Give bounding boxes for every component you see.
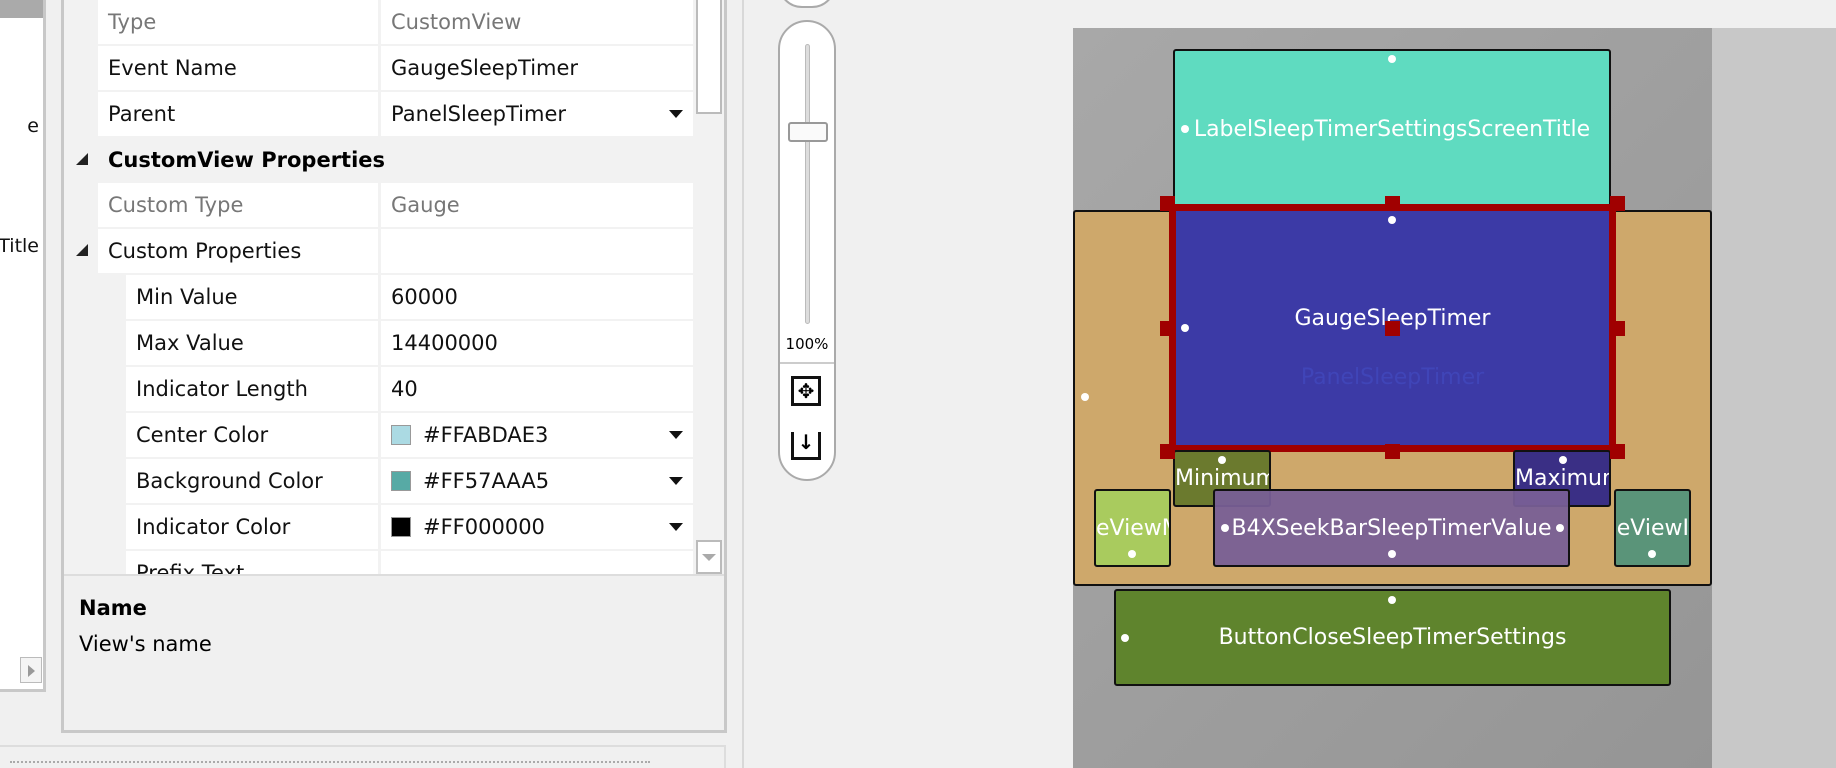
anchor-dot[interactable] bbox=[1181, 125, 1189, 133]
resize-handle[interactable] bbox=[1385, 196, 1400, 211]
dropdown-arrow-icon[interactable] bbox=[669, 477, 683, 485]
description-text: View's name bbox=[79, 632, 212, 656]
designer-background bbox=[1712, 28, 1836, 768]
property-row-indicator-color[interactable]: Indicator Color #FF000000 bbox=[98, 505, 693, 549]
anchor-dot[interactable] bbox=[1218, 456, 1226, 464]
center-color-dropdown[interactable]: #FFABDAE3 bbox=[381, 413, 693, 457]
dropdown-arrow-icon[interactable] bbox=[669, 431, 683, 439]
resize-handle[interactable] bbox=[1160, 321, 1175, 336]
resize-handle[interactable] bbox=[1610, 444, 1625, 459]
anchor-dot[interactable] bbox=[1388, 596, 1396, 604]
top-round-button[interactable] bbox=[778, 0, 836, 8]
background-color-dropdown[interactable]: #FF57AAA5 bbox=[381, 459, 693, 503]
anchor-dot[interactable] bbox=[1559, 456, 1567, 464]
download-icon[interactable]: ↓ bbox=[791, 432, 821, 460]
property-row-custom-type[interactable]: Custom Type Gauge bbox=[98, 183, 693, 227]
property-row-prefix-text[interactable]: Prefix Text bbox=[98, 551, 693, 574]
description-title: Name bbox=[79, 596, 147, 620]
zoom-slider-track[interactable] bbox=[805, 44, 810, 324]
resize-handle[interactable] bbox=[1160, 444, 1175, 459]
dropdown-arrow-icon[interactable] bbox=[669, 523, 683, 531]
anchor-dot[interactable] bbox=[1648, 550, 1656, 558]
property-row-custom-properties[interactable]: Custom Properties bbox=[98, 229, 693, 273]
tree-item[interactable]: Title bbox=[0, 235, 39, 257]
resize-handle[interactable] bbox=[1385, 444, 1400, 459]
anchor-dot[interactable] bbox=[1556, 524, 1564, 532]
anchor-dot[interactable] bbox=[1181, 324, 1189, 332]
tree-selected-item[interactable] bbox=[0, 0, 43, 18]
anchor-dot[interactable] bbox=[1121, 634, 1129, 642]
property-row-min-value[interactable]: Min Value 60000 bbox=[98, 275, 693, 319]
anchor-dot[interactable] bbox=[1388, 55, 1396, 63]
collapse-icon[interactable] bbox=[76, 244, 88, 256]
chevron-right-icon bbox=[28, 665, 35, 677]
zoom-level: 100% bbox=[785, 335, 829, 353]
property-row-type[interactable]: Type CustomView bbox=[98, 0, 693, 44]
property-row-event-name[interactable]: Event Name GaugeSleepTimer bbox=[98, 46, 693, 90]
indicator-color-dropdown[interactable]: #FF000000 bbox=[381, 505, 693, 549]
collapse-icon[interactable] bbox=[76, 153, 88, 165]
scroll-right-button[interactable] bbox=[20, 657, 42, 683]
category-customview-properties: CustomView Properties bbox=[108, 148, 386, 172]
max-value-field[interactable]: 14400000 bbox=[381, 321, 693, 365]
description-panel: Name View's name bbox=[64, 574, 724, 730]
resize-handle[interactable] bbox=[1160, 196, 1175, 211]
fit-to-screen-icon[interactable]: ✥ bbox=[791, 376, 821, 406]
property-row-indicator-length[interactable]: Indicator Length 40 bbox=[98, 367, 693, 411]
property-row-max-value[interactable]: Max Value 14400000 bbox=[98, 321, 693, 365]
divider bbox=[780, 362, 834, 364]
anchor-dot[interactable] bbox=[1081, 393, 1089, 401]
color-swatch bbox=[391, 425, 411, 445]
view-tree-panel[interactable]: e Title bbox=[0, 0, 46, 692]
min-value-field[interactable]: 60000 bbox=[381, 275, 693, 319]
zoom-slider-thumb[interactable] bbox=[788, 122, 828, 142]
resize-handle[interactable] bbox=[1610, 321, 1625, 336]
anchor-dot[interactable] bbox=[1128, 550, 1136, 558]
indicator-length-field[interactable]: 40 bbox=[381, 367, 693, 411]
property-row-background-color[interactable]: Background Color #FF57AAA5 bbox=[98, 459, 693, 503]
anchor-dot[interactable] bbox=[1388, 550, 1396, 558]
color-swatch bbox=[391, 517, 411, 537]
parent-dropdown[interactable]: PanelSleepTimer bbox=[381, 92, 693, 136]
event-name-field[interactable]: GaugeSleepTimer bbox=[381, 46, 693, 90]
property-row-center-color[interactable]: Center Color #FFABDAE3 bbox=[98, 413, 693, 457]
anchor-dot[interactable] bbox=[1221, 524, 1229, 532]
splitter[interactable] bbox=[742, 0, 744, 768]
resize-handle[interactable] bbox=[1610, 196, 1625, 211]
resize-handle[interactable] bbox=[1385, 321, 1400, 336]
view-label-title[interactable]: LabelSleepTimerSettingsScreenTitle bbox=[1173, 49, 1611, 209]
zoom-control: 100% ✥ ↓ bbox=[778, 20, 836, 481]
chevron-down-icon bbox=[702, 554, 716, 561]
scrollbar-thumb[interactable] bbox=[696, 0, 722, 114]
bottom-strip bbox=[0, 745, 726, 768]
properties-scrollbar[interactable] bbox=[693, 0, 723, 574]
property-row-parent[interactable]: Parent PanelSleepTimer bbox=[98, 92, 693, 136]
resize-grip bbox=[10, 761, 650, 763]
scroll-down-button[interactable] bbox=[696, 540, 722, 574]
properties-grid: Type CustomView Event Name GaugeSleepTimer… bbox=[61, 0, 727, 733]
tree-item[interactable]: e bbox=[27, 115, 39, 137]
anchor-dot[interactable] bbox=[1388, 216, 1396, 224]
parent-value: PanelSleepTimer bbox=[391, 102, 567, 126]
dropdown-arrow-icon[interactable] bbox=[669, 110, 683, 118]
color-swatch bbox=[391, 471, 411, 491]
